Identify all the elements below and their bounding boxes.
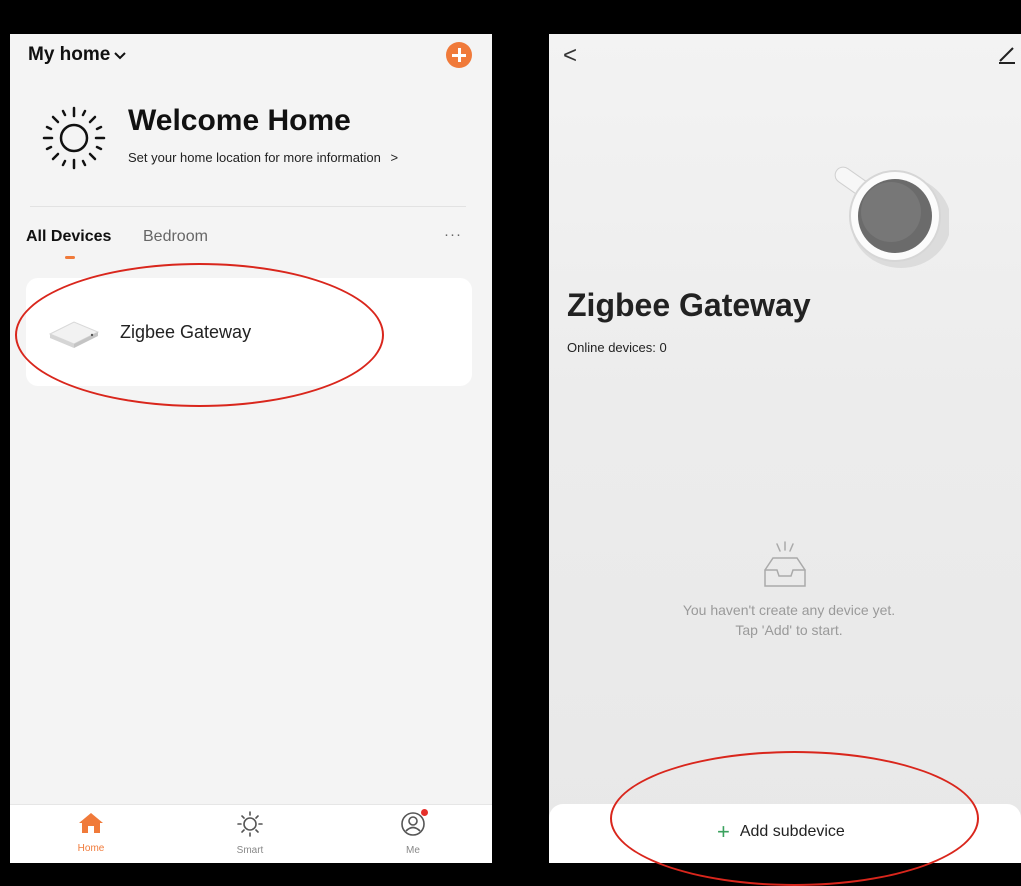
empty-state-message: You haven't create any device yet. Tap '… [629,600,949,640]
coffee-cup-image [834,166,949,268]
home-selector[interactable]: My home [28,44,127,66]
more-options-icon[interactable]: ··· [444,226,462,243]
tabbar-home[interactable]: Home [61,811,121,854]
tabbar-smart-label: Smart [236,845,264,856]
highlight-ellipse [15,263,384,407]
tabbar-smart[interactable]: Smart [220,811,280,856]
empty-state-line: Tap 'Add' to start. [735,622,843,638]
tab-all-devices[interactable]: All Devices [26,228,111,246]
empty-box-icon [764,541,806,587]
tab-indicator [65,256,75,259]
chevron-down-icon [114,52,127,60]
online-devices-count: Online devices: 0 [567,340,667,355]
back-button[interactable]: < [563,42,577,70]
home-icon [79,813,103,833]
gateway-detail-screen: < Zigbee Gateway Online devices: 0 You h… [549,34,1021,863]
add-device-button[interactable] [446,42,472,68]
tabbar-home-label: Home [77,843,105,854]
location-text: Set your home location for more informat… [128,150,381,165]
notification-dot [421,809,428,816]
edit-icon[interactable] [997,44,1017,64]
divider [30,206,466,207]
empty-state-line: You haven't create any device yet. [682,602,896,618]
sun-icon [42,106,106,170]
gateway-title: Zigbee Gateway [567,287,811,323]
welcome-title: Welcome Home [128,104,351,137]
tabbar-me-label: Me [406,845,420,856]
home-title: My home [28,44,111,65]
chevron-right-icon: > [390,150,399,165]
tab-bedroom[interactable]: Bedroom [143,228,208,246]
sun-icon [237,811,263,837]
tabbar-me[interactable]: Me [383,809,443,856]
location-link[interactable]: Set your home location for more informat… [128,150,398,165]
highlight-ellipse [610,751,979,886]
home-screen: My home Welcome Home Set your home locat… [10,34,492,863]
bottom-tab-bar: Home Smart Me [10,804,492,863]
